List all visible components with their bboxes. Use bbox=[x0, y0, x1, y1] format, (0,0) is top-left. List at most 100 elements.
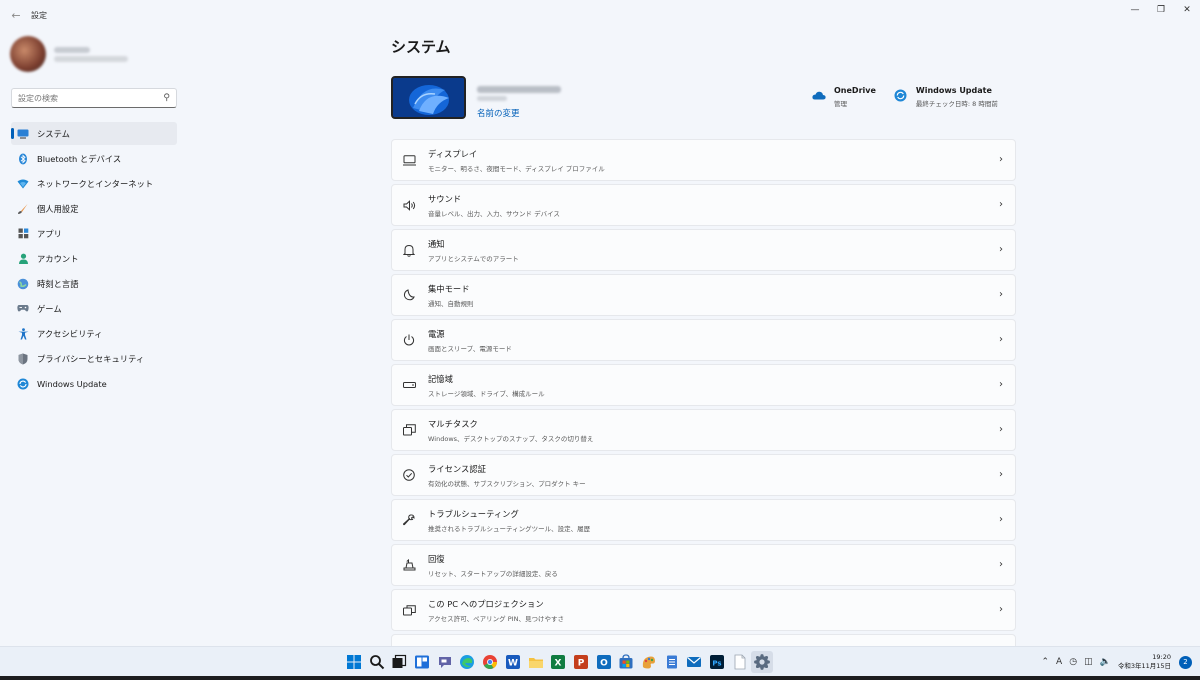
sidebar-item-label: ネットワークとインターネット bbox=[37, 178, 154, 189]
outlook-icon[interactable]: O bbox=[593, 651, 615, 673]
paint-icon[interactable] bbox=[638, 651, 660, 673]
chrome-icon[interactable] bbox=[479, 651, 501, 673]
settings-icon[interactable] bbox=[751, 651, 774, 673]
notepad-icon[interactable] bbox=[661, 651, 683, 673]
sidebar-item-privacy[interactable]: プライバシーとセキュリティ bbox=[11, 347, 177, 370]
sidebar-item-accessibility[interactable]: アクセシビリティ bbox=[11, 322, 177, 345]
chevron-right-icon: › bbox=[999, 199, 1003, 210]
wallpaper-bloom-icon bbox=[393, 78, 464, 117]
chevron-right-icon: › bbox=[999, 559, 1003, 570]
window-controls: — ❐ ✕ bbox=[1122, 0, 1200, 20]
sidebar-item-label: アカウント bbox=[37, 253, 79, 264]
svg-text:W: W bbox=[508, 658, 518, 668]
notification-badge[interactable]: 2 bbox=[1179, 655, 1192, 669]
minimize-button[interactable]: — bbox=[1122, 0, 1148, 20]
excel-icon[interactable]: X bbox=[547, 651, 569, 673]
apps-icon bbox=[17, 228, 29, 240]
search-icon[interactable] bbox=[366, 651, 388, 673]
card-subtitle: リセット、スタートアップの詳細設定、戻る bbox=[428, 569, 558, 578]
chevron-right-icon: › bbox=[999, 604, 1003, 615]
store-icon[interactable] bbox=[615, 651, 637, 673]
sidebar-item-label: 個人用設定 bbox=[37, 203, 79, 214]
file-explorer-icon[interactable] bbox=[525, 651, 547, 673]
card-focus[interactable]: 集中モード 通知、自動規則 › bbox=[391, 274, 1016, 316]
device-thumbnail bbox=[391, 76, 466, 119]
focus-icon bbox=[402, 288, 416, 302]
search-box[interactable]: ⚲ bbox=[11, 88, 177, 108]
card-subtitle: アクセス許可、ペアリング PIN、見つけやすさ bbox=[428, 614, 564, 623]
sidebar-item-label: アプリ bbox=[37, 228, 62, 239]
photoshop-icon[interactable]: Ps bbox=[706, 651, 728, 673]
edge-icon[interactable] bbox=[456, 651, 478, 673]
start-icon[interactable] bbox=[343, 651, 365, 673]
system-icon bbox=[17, 128, 29, 140]
card-storage[interactable]: 記憶域 ストレージ領域、ドライブ、構成ルール › bbox=[391, 364, 1016, 406]
svg-text:O: O bbox=[600, 658, 608, 668]
chevron-right-icon: › bbox=[999, 154, 1003, 165]
taskbar: W X P O Ps ⌃ A ◷ ◫ 🔈 19:20 令和3年11月15日 2 bbox=[0, 646, 1200, 676]
sidebar-item-network[interactable]: ネットワークとインターネット bbox=[11, 172, 177, 195]
restore-button[interactable]: ❐ bbox=[1148, 0, 1174, 20]
card-power[interactable]: 電源 画面とスリープ、電源モード › bbox=[391, 319, 1016, 361]
rename-link[interactable]: 名前の変更 bbox=[477, 107, 561, 119]
powerpoint-icon[interactable]: P bbox=[570, 651, 592, 673]
clock[interactable]: 19:20 令和3年11月15日 bbox=[1118, 653, 1171, 671]
task-view-icon[interactable] bbox=[388, 651, 410, 673]
card-next-partial bbox=[391, 634, 1016, 646]
card-title: 集中モード bbox=[428, 283, 470, 294]
word-icon[interactable]: W bbox=[502, 651, 524, 673]
card-subtitle: 音量レベル、出力、入力、サウンド デバイス bbox=[428, 209, 560, 218]
card-recovery[interactable]: 回復 リセット、スタートアップの詳細設定、戻る › bbox=[391, 544, 1016, 586]
svg-text:X: X bbox=[555, 658, 562, 668]
sidebar-item-windows-update[interactable]: Windows Update bbox=[11, 372, 177, 395]
quick-link-title: Windows Update bbox=[915, 86, 992, 95]
sidebar-item-accounts[interactable]: アカウント bbox=[11, 247, 177, 270]
sidebar-item-bluetooth[interactable]: Bluetooth とデバイス bbox=[11, 147, 177, 170]
sidebar-item-label: アクセシビリティ bbox=[37, 328, 103, 339]
chevron-up-icon[interactable]: ⌃ bbox=[1042, 657, 1050, 667]
chevron-right-icon: › bbox=[999, 334, 1003, 345]
search-input[interactable] bbox=[18, 93, 164, 103]
widgets-icon[interactable] bbox=[411, 651, 433, 673]
onedrive-icon bbox=[812, 88, 826, 102]
update-icon bbox=[894, 88, 908, 102]
card-notifications[interactable]: 通知 アプリとシステムでのアラート › bbox=[391, 229, 1016, 271]
display-icon bbox=[402, 153, 416, 167]
quick-links: OneDrive 管理 Windows Update 最終チェック日時: 8 時… bbox=[812, 86, 1016, 108]
sound-icon bbox=[402, 198, 416, 212]
document-icon[interactable] bbox=[729, 651, 751, 673]
card-activation[interactable]: ライセンス認証 有効化の状態、サブスクリプション、プロダクト キー › bbox=[391, 454, 1016, 496]
sidebar-item-time-language[interactable]: 時刻と言語 bbox=[11, 272, 177, 295]
sidebar-item-label: Bluetooth とデバイス bbox=[37, 153, 122, 164]
chevron-right-icon: › bbox=[999, 514, 1003, 525]
screen-bottom-edge bbox=[0, 676, 1200, 680]
back-button[interactable]: ← bbox=[6, 5, 26, 25]
close-button[interactable]: ✕ bbox=[1174, 0, 1200, 20]
card-troubleshoot[interactable]: トラブルシューティング 推奨されるトラブルシューティングツール、設定、履歴 › bbox=[391, 499, 1016, 541]
card-subtitle: Windows、デスクトップのスナップ、タスクの切り替え bbox=[428, 434, 594, 443]
chat-icon[interactable] bbox=[434, 651, 456, 673]
ime-indicator[interactable]: A bbox=[1056, 657, 1062, 667]
sidebar-item-system[interactable]: システム bbox=[11, 122, 177, 145]
card-projection[interactable]: この PC へのプロジェクション アクセス許可、ペアリング PIN、見つけやすさ … bbox=[391, 589, 1016, 631]
mail-icon[interactable] bbox=[683, 651, 705, 673]
card-sound[interactable]: サウンド 音量レベル、出力、入力、サウンド デバイス › bbox=[391, 184, 1016, 226]
card-title: マルチタスク bbox=[428, 418, 478, 429]
sidebar-item-personalization[interactable]: 個人用設定 bbox=[11, 197, 177, 220]
quick-link-sub: 最終チェック日時: 8 時間前 bbox=[915, 100, 998, 108]
svg-text:Ps: Ps bbox=[712, 659, 721, 667]
sidebar-item-gaming[interactable]: ゲーム bbox=[11, 297, 177, 320]
onedrive-link[interactable]: OneDrive 管理 bbox=[812, 86, 876, 108]
clock-app-icon[interactable]: ◷ bbox=[1069, 657, 1077, 667]
windows-update-link[interactable]: Windows Update 最終チェック日時: 8 時間前 bbox=[894, 86, 998, 108]
volume-icon[interactable]: 🔈 bbox=[1100, 657, 1111, 667]
sidebar-item-apps[interactable]: アプリ bbox=[11, 222, 177, 245]
card-title: 記憶域 bbox=[428, 373, 453, 384]
user-profile[interactable] bbox=[10, 36, 128, 72]
card-title: この PC へのプロジェクション bbox=[428, 598, 544, 609]
network-tray-icon[interactable]: ◫ bbox=[1084, 657, 1093, 667]
sidebar-item-label: システム bbox=[37, 128, 70, 139]
card-display[interactable]: ディスプレイ モニター、明るさ、夜間モード、ディスプレイ プロファイル › bbox=[391, 139, 1016, 181]
network-icon bbox=[17, 178, 29, 190]
card-multitasking[interactable]: マルチタスク Windows、デスクトップのスナップ、タスクの切り替え › bbox=[391, 409, 1016, 451]
